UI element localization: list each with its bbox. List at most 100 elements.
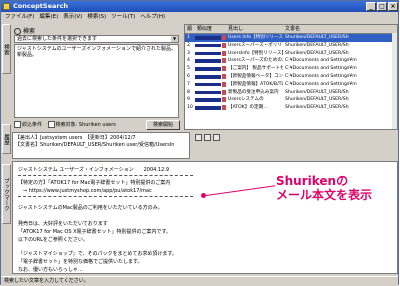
result-path: Shuriken/DEFAULT_USER/Sh	[285, 50, 349, 56]
divider	[18, 196, 193, 197]
result-row[interactable]: 3 UsersInfo【特別リリース】...Shuriken/DEFAULT_US…	[185, 50, 397, 58]
mail-icon	[222, 81, 226, 87]
result-title: 【新製品情報】ATOK/B/TLにシ...	[228, 81, 283, 87]
search-label: 検索	[23, 28, 36, 35]
results-list: 順 類似度 見出し 文書名 1 Users Info【特別リリース】ATOK17.…	[184, 24, 398, 130]
col-similarity[interactable]: 類似度	[197, 25, 212, 33]
tab-bookmarks[interactable]: ブックマーク	[2, 164, 11, 224]
menu-file[interactable]: ファイル(F)	[5, 12, 34, 22]
col-docname[interactable]: 文書名	[285, 25, 300, 33]
body-line: なお、優い方もいらっしゃ...	[18, 267, 83, 273]
app-window: ConceptSearch _ □ × ファイル(F) 編集(E) 表示(V) 検索(…	[0, 0, 399, 286]
viewer-toolbar	[195, 134, 222, 143]
result-row[interactable]: 10 【ATOK】の定期... Shuriken/DEFAULT_USER/Sh	[185, 104, 397, 112]
result-path: Shuriken/DEFAULT_USER/Sh	[285, 105, 349, 111]
similarity-bar	[195, 75, 221, 79]
menu-search[interactable]: 検索(S)	[87, 12, 106, 22]
mail-icon	[222, 66, 226, 72]
status-text: 検索したい文章を入力してください。	[4, 278, 89, 284]
rank-number: 5	[187, 66, 190, 72]
result-row[interactable]: 5 【ご案内】 製品サポートセンターC:¥Documents and Settin…	[185, 65, 397, 73]
body-line: 以下のURLをご参照ください。	[18, 237, 88, 243]
history-dropdown[interactable]: 過去に検索した条件を選択できます ▼	[14, 35, 179, 43]
result-row[interactable]: 8 新製品の受注申込み案内 Shuriken/DEFAULT_USER/Sh	[185, 89, 397, 97]
result-row[interactable]: 7 【新製品情報】ATOK/B/TLにシ...C:¥Documents and S…	[185, 81, 397, 89]
result-row[interactable]: 4 Usersスーパーズのためのご案内C:¥Documents and Setti…	[185, 57, 397, 65]
rank-number: 1	[187, 35, 190, 40]
rank-number: 10	[187, 105, 193, 111]
print-icon[interactable]	[195, 134, 202, 141]
doc-value: Shuriken/DEFAULT_USER/Shuriken user/受信箱/…	[40, 142, 175, 148]
mail-icon	[222, 89, 226, 95]
col-heading[interactable]: 見出し	[228, 25, 243, 33]
chevron-down-icon[interactable]: ▼	[171, 36, 178, 42]
target-checkbox[interactable]	[47, 121, 55, 128]
similarity-bar	[195, 106, 221, 110]
query-textarea[interactable]: ジャストシステムのユーザーズインフォメーションで紹介された製品。新製品。	[14, 44, 179, 118]
result-path: C:¥Documents and Settings¥m	[285, 58, 357, 64]
copy-icon[interactable]	[204, 134, 211, 141]
annotation-caption: Shurikenの メール本文を表示	[276, 174, 372, 202]
maximize-button[interactable]: □	[377, 2, 387, 11]
similarity-bar	[195, 59, 221, 63]
result-path: C:¥Documents and Settings¥m	[285, 66, 357, 72]
body-line: ⇒ https://www.justmyshop.com/app/pu/atok…	[18, 188, 152, 194]
mail-icon	[222, 58, 226, 64]
results-header: 順 類似度 見出し 文書名	[185, 25, 397, 34]
body-line: ジャストシステム ユーザーズ・インフォメーション 2004.12.9	[18, 167, 170, 173]
minimize-button[interactable]: _	[366, 2, 376, 11]
body-line: 『ジャストマイショップ』で、そのパックをまとめてお求め頂けます。	[18, 251, 177, 257]
rank-number: 3	[187, 50, 190, 56]
divider	[18, 175, 193, 176]
result-path: C:¥Documents and Settings¥m	[285, 81, 357, 87]
col-rank[interactable]: 順	[187, 25, 192, 33]
filter-checkbox[interactable]	[14, 121, 21, 128]
result-path: Shuriken/DEFAULT_USER/Sh	[285, 42, 349, 48]
info-panel: 【差出人】Justsystem users 【更新日】2004/12/7 【文書…	[12, 132, 398, 160]
result-title: Usersスーパーズのためのご案内	[228, 58, 283, 64]
result-path: Shuriken/DEFAULT_USER/Sh	[285, 97, 349, 103]
result-title: UsersInfo【特別リリース】...	[228, 50, 283, 56]
menu-tools[interactable]: ツール(T)	[111, 12, 135, 22]
result-path: Shuriken/DEFAULT_USER/Sh	[285, 89, 349, 95]
similarity-bar	[195, 82, 221, 87]
result-path: C:¥Documents and Settings¥m	[285, 74, 357, 79]
similarity-bar	[195, 51, 221, 56]
close-button[interactable]: ×	[388, 2, 398, 11]
rank-number: 6	[187, 74, 190, 79]
result-row[interactable]: 2 Usersスーパーズ・ポリリフォーマ...Shuriken/DEFAULT_U…	[185, 42, 397, 50]
result-row[interactable]: 6 【新製品情報ベータ】コンテンツC:¥Documents and Setting…	[185, 73, 397, 81]
body-line: 「電子辞書セット」を特別な価格でご提供いたします。	[18, 259, 143, 265]
body-line: 【特定の方】「ATOK17 for Mac電子辞書セット」特別提供のご案内	[18, 180, 171, 186]
search-panel: 検索 過去に検索した条件を選択できます ▼ ジャストシステムのユーザーズインフォメ…	[12, 24, 182, 130]
results-scrollbar[interactable]	[392, 33, 397, 129]
tab-history[interactable]: 履歴	[2, 124, 11, 154]
result-title: 【ご案内】 製品サポートセンター	[228, 66, 283, 72]
result-title: Usersスーパーズ・ポリリフォーマ...	[228, 42, 283, 48]
target-value: Shuriken users	[78, 122, 116, 128]
menu-edit[interactable]: 編集(E)	[39, 12, 58, 22]
mail-icon	[222, 74, 226, 79]
app-icon	[3, 3, 10, 10]
find-icon[interactable]	[213, 134, 220, 141]
search-start-button[interactable]: 検索開始	[146, 120, 180, 130]
body-line: 発売日は、大好評をいただいております	[18, 221, 108, 227]
rank-number: 8	[187, 89, 190, 95]
search-heading: 検索	[14, 26, 35, 35]
similarity-bar	[195, 43, 221, 48]
tab-search[interactable]: 検索	[2, 24, 11, 74]
menu-help[interactable]: ヘルプ(H)	[140, 12, 165, 22]
title-bar: ConceptSearch _ □ ×	[1, 1, 398, 12]
menu-view[interactable]: 表示(V)	[63, 12, 82, 22]
rank-number: 7	[187, 81, 190, 87]
mail-icon	[222, 50, 226, 56]
result-row[interactable]: 1 Users Info【特別リリース】ATOK17...Shuriken/DEF…	[185, 34, 397, 42]
sender-value: Justsystem users	[40, 135, 83, 141]
result-title: Users Info【特別リリース】ATOK17...	[228, 35, 283, 40]
left-tab-strip: 検索 履歴 ブックマーク	[2, 24, 11, 274]
similarity-bar	[195, 36, 221, 40]
result-row[interactable]: 9 Usersシステムの Shuriken/DEFAULT_USER/Sh	[185, 96, 397, 104]
menu-bar: ファイル(F) 編集(E) 表示(V) 検索(S) ツール(T) ヘルプ(H)	[1, 12, 398, 22]
body-line: ジャストシステムのMac製品のご利用をいただいている方のみ。	[18, 205, 163, 211]
body-line: 「ATOK17 for Mac OS X電子辞書セット」特別提供のご案内です。	[18, 229, 172, 235]
